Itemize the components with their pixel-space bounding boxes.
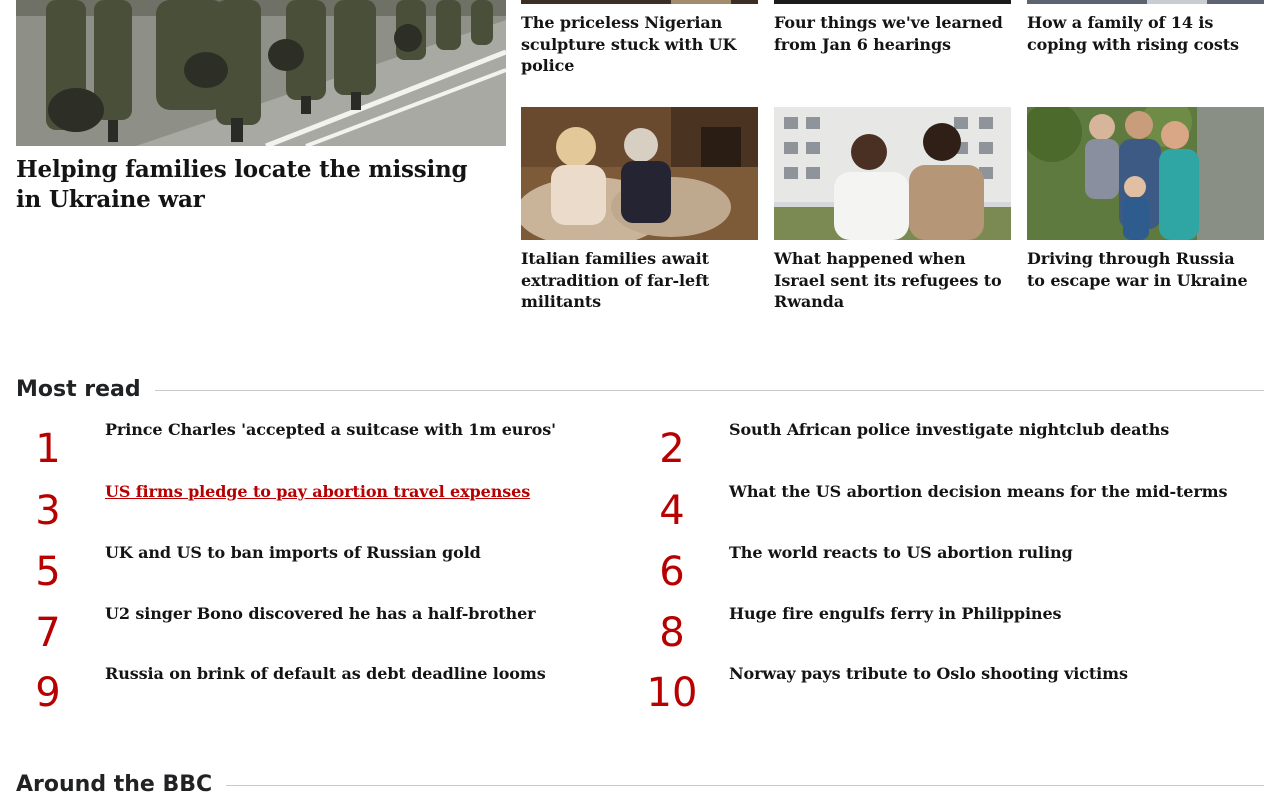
list-item[interactable]: 8 Huge fire engulfs ferry in Philippines bbox=[640, 603, 1260, 656]
list-item[interactable]: 10 Norway pays tribute to Oslo shooting … bbox=[640, 663, 1260, 716]
story-headline[interactable]: Italian families await extradition of fa… bbox=[521, 248, 751, 313]
rank-number: 7 bbox=[35, 610, 61, 656]
list-item[interactable]: 3 US firms pledge to pay abortion travel… bbox=[16, 481, 616, 534]
story-link[interactable]: South African police investigate nightcl… bbox=[729, 419, 1169, 440]
story-link[interactable]: U2 singer Bono discovered he has a half-… bbox=[105, 603, 536, 624]
story-link[interactable]: US firms pledge to pay abortion travel e… bbox=[105, 481, 530, 502]
story-headline[interactable]: Four things we've learned from Jan 6 hea… bbox=[774, 12, 1004, 55]
rank-number: 1 bbox=[35, 426, 61, 472]
list-item[interactable]: 2 South African police investigate night… bbox=[640, 419, 1260, 472]
story-headline[interactable]: Driving through Russia to escape war in … bbox=[1027, 248, 1257, 291]
story-link[interactable]: Huge fire engulfs ferry in Philippines bbox=[729, 603, 1062, 624]
story-image[interactable] bbox=[521, 107, 758, 240]
story-link[interactable]: Russia on brink of default as debt deadl… bbox=[105, 663, 546, 684]
section-title: Around the BBC bbox=[16, 771, 213, 797]
most-read-heading: Most read bbox=[16, 375, 1264, 403]
rank-number: 6 bbox=[659, 549, 685, 595]
section-divider bbox=[154, 389, 1264, 391]
story-image[interactable] bbox=[1027, 107, 1264, 240]
rank-number: 3 bbox=[35, 488, 61, 534]
list-item[interactable]: 9 Russia on brink of default as debt dea… bbox=[16, 663, 616, 716]
list-item[interactable]: 7 U2 singer Bono discovered he has a hal… bbox=[16, 603, 616, 656]
rank-number: 10 bbox=[646, 670, 698, 716]
rank-number: 9 bbox=[35, 670, 61, 716]
lead-story-image[interactable] bbox=[16, 0, 506, 146]
list-item[interactable]: 6 The world reacts to US abortion ruling bbox=[640, 542, 1260, 595]
story-image[interactable] bbox=[521, 0, 758, 4]
story-link[interactable]: UK and US to ban imports of Russian gold bbox=[105, 542, 481, 563]
story-link[interactable]: Prince Charles 'accepted a suitcase with… bbox=[105, 419, 556, 440]
rank-number: 8 bbox=[659, 610, 685, 656]
story-link[interactable]: Norway pays tribute to Oslo shooting vic… bbox=[729, 663, 1128, 684]
section-divider bbox=[226, 784, 1264, 786]
list-item[interactable]: 1 Prince Charles 'accepted a suitcase wi… bbox=[16, 419, 616, 472]
rank-number: 2 bbox=[659, 426, 685, 472]
story-headline[interactable]: The priceless Nigerian sculpture stuck w… bbox=[521, 12, 751, 77]
story-image[interactable] bbox=[774, 107, 1011, 240]
section-title: Most read bbox=[16, 376, 141, 402]
story-image[interactable] bbox=[1027, 0, 1264, 4]
story-headline[interactable]: How a family of 14 is coping with rising… bbox=[1027, 12, 1264, 55]
rank-number: 5 bbox=[35, 549, 61, 595]
story-image[interactable] bbox=[774, 0, 1011, 4]
around-bbc-heading: Around the BBC bbox=[16, 770, 1264, 798]
lead-story-headline[interactable]: Helping families locate the missing in U… bbox=[16, 155, 496, 215]
list-item[interactable]: 4 What the US abortion decision means fo… bbox=[640, 481, 1260, 534]
story-link[interactable]: What the US abortion decision means for … bbox=[729, 481, 1228, 502]
story-link[interactable]: The world reacts to US abortion ruling bbox=[729, 542, 1073, 563]
rank-number: 4 bbox=[659, 488, 685, 534]
list-item[interactable]: 5 UK and US to ban imports of Russian go… bbox=[16, 542, 616, 595]
story-headline[interactable]: What happened when Israel sent its refug… bbox=[774, 248, 1004, 313]
